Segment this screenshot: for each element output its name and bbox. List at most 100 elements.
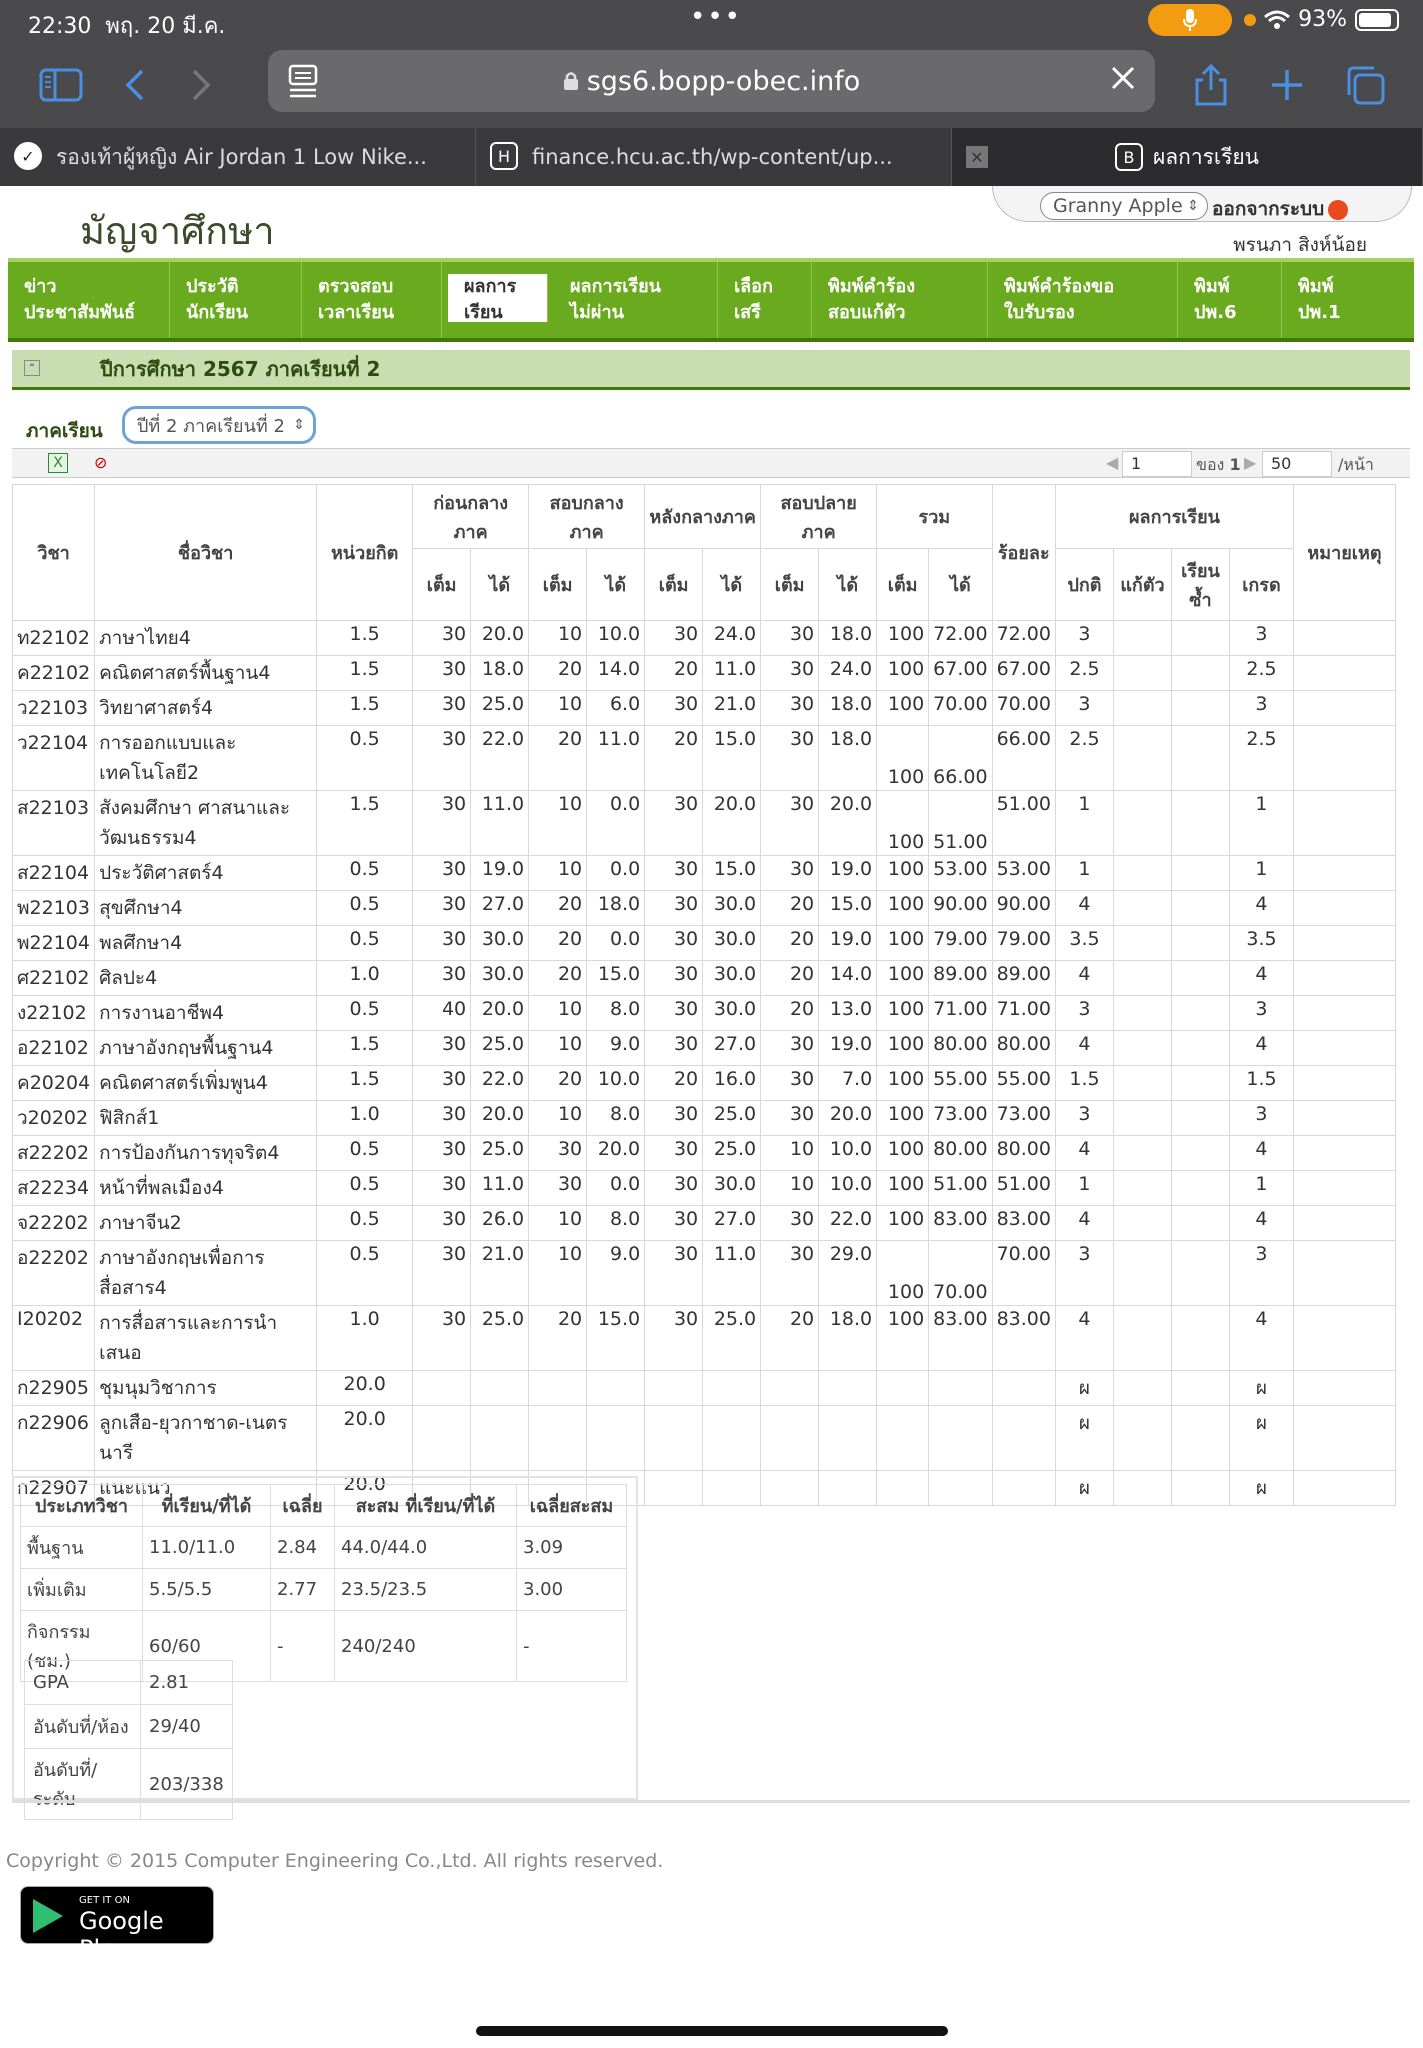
table-cell bbox=[1292, 655, 1396, 691]
back-icon[interactable] bbox=[110, 60, 160, 110]
table-cell: 0.0 bbox=[586, 1170, 646, 1206]
table-cell: 30 bbox=[644, 690, 704, 726]
sidebar-icon[interactable] bbox=[36, 60, 86, 110]
table-cell: พลศึกษา4 bbox=[94, 925, 318, 961]
nav-print-pp6[interactable]: พิมพ์ ปพ.6 bbox=[1178, 262, 1282, 338]
page-input[interactable]: 1 bbox=[1122, 451, 1192, 477]
table-cell: 20 bbox=[528, 925, 588, 961]
nav-news[interactable]: ข่าว ประชาสัมพันธ์ bbox=[8, 262, 170, 338]
table-cell: 30.0 bbox=[702, 995, 762, 1031]
nav-line: เวลาเรียน bbox=[318, 302, 395, 323]
collapse-icon[interactable]: ⌃ bbox=[24, 360, 40, 376]
table-cell bbox=[1170, 1170, 1230, 1206]
table-cell: 9.0 bbox=[586, 1030, 646, 1066]
per-page-input[interactable]: 50 bbox=[1262, 451, 1332, 477]
multitask-dots-icon[interactable]: ••• bbox=[690, 2, 742, 32]
table-cell: 1.0 bbox=[316, 1305, 414, 1371]
table-cell: 30 bbox=[412, 960, 472, 996]
time-text: 22:30 bbox=[28, 14, 92, 39]
logout-button[interactable]: ออกจากระบบ bbox=[1212, 194, 1349, 224]
table-cell: 1 bbox=[1054, 790, 1114, 856]
google-play-badge[interactable]: GET IT ON Google Play bbox=[20, 1886, 214, 1963]
next-page-icon[interactable]: ▶ bbox=[1244, 453, 1256, 472]
table-cell: 1 bbox=[1228, 855, 1294, 891]
table-cell: 25.0 bbox=[470, 1030, 530, 1066]
table-cell: 89.00 bbox=[991, 960, 1056, 996]
microphone-icon[interactable] bbox=[1148, 4, 1232, 36]
col-pre-mid: ก่อนกลางภาค bbox=[412, 484, 530, 549]
nav-elective[interactable]: เลือก เสรี bbox=[718, 262, 812, 338]
col-note[interactable]: หมายเหตุ bbox=[1292, 484, 1396, 621]
table-cell: 20 bbox=[760, 1305, 820, 1371]
forward-icon[interactable] bbox=[176, 60, 226, 110]
table-cell bbox=[702, 1370, 762, 1406]
nav-grades[interactable]: ผลการ เรียน bbox=[448, 274, 548, 322]
new-tab-icon[interactable] bbox=[1262, 60, 1312, 110]
table-cell bbox=[1112, 725, 1172, 791]
table-cell bbox=[1112, 655, 1172, 691]
user-select[interactable]: Granny Apple ⇕ bbox=[1040, 192, 1208, 220]
table-cell bbox=[1170, 1100, 1230, 1136]
table-cell: 1 bbox=[1054, 855, 1114, 891]
table-cell bbox=[991, 1405, 1056, 1471]
reader-icon[interactable] bbox=[288, 64, 318, 105]
excel-export-icon[interactable]: X bbox=[48, 453, 68, 473]
table-cell: 80.00 bbox=[928, 1030, 993, 1066]
nav-certificate-request[interactable]: พิมพ์คำร้องขอ ใบรับรอง bbox=[988, 262, 1178, 338]
table-cell: 51.00 bbox=[991, 1170, 1056, 1206]
table-cell: 18.0 bbox=[470, 655, 530, 691]
table-cell: 30.0 bbox=[702, 890, 762, 926]
tabs-overview-icon[interactable] bbox=[1340, 60, 1390, 110]
table-cell: 30 bbox=[760, 1065, 820, 1101]
tab-grades[interactable]: ✕ B ผลการเรียน bbox=[952, 128, 1423, 186]
nav-retest-request[interactable]: พิมพ์คำร้อง สอบแก้ตัว bbox=[812, 262, 988, 338]
table-cell: ก22905 bbox=[11, 1370, 96, 1406]
share-icon[interactable] bbox=[1186, 60, 1236, 110]
term-select[interactable]: ปีที่ 2 ภาคเรียนที่ 2 ⇕ bbox=[122, 406, 316, 444]
nav-attendance[interactable]: ตรวจสอบ เวลาเรียน bbox=[302, 262, 442, 338]
user-select-value: Granny Apple bbox=[1053, 195, 1183, 217]
tab-close-icon[interactable]: ✕ bbox=[966, 146, 988, 168]
table-cell: 30 bbox=[412, 1170, 472, 1206]
prev-page-icon[interactable]: ◀ bbox=[1106, 453, 1118, 472]
table-cell: 2.5 bbox=[1054, 655, 1114, 691]
col-got: ได้ bbox=[586, 548, 646, 621]
table-cell: 30 bbox=[644, 995, 704, 1031]
table-cell: 30 bbox=[412, 655, 472, 691]
table-cell bbox=[1292, 890, 1396, 926]
table-cell: 27.0 bbox=[702, 1205, 762, 1241]
col-percent[interactable]: ร้อยละ bbox=[991, 484, 1056, 621]
logout-label: ออกจากระบบ bbox=[1212, 198, 1325, 220]
col-name[interactable]: ชื่อวิชา bbox=[94, 484, 318, 621]
table-cell: 0.5 bbox=[316, 1170, 414, 1206]
divider bbox=[12, 1800, 1410, 1808]
table-cell: 0.5 bbox=[316, 995, 414, 1031]
nav-profile[interactable]: ประวัติ นักเรียน bbox=[170, 262, 302, 338]
address-bar[interactable]: sgs6.bopp-obec.info bbox=[268, 50, 1155, 112]
table-cell bbox=[1112, 925, 1172, 961]
table-cell: 18.0 bbox=[818, 725, 878, 791]
table-cell: อ22202 bbox=[11, 1240, 96, 1306]
nav-failed[interactable]: ผลการเรียน ไม่ผ่าน bbox=[554, 262, 718, 338]
tab-finance[interactable]: H finance.hcu.ac.th/wp-content/up... bbox=[476, 128, 952, 186]
home-indicator[interactable] bbox=[476, 2026, 948, 2036]
summary-col-credits: ที่เรียน/ที่ได้ bbox=[142, 1484, 271, 1527]
table-cell: 100 bbox=[876, 925, 930, 961]
clear-url-icon[interactable] bbox=[1109, 64, 1137, 99]
nav-line: พิมพ์ bbox=[1194, 276, 1230, 297]
col-code[interactable]: วิชา bbox=[11, 484, 96, 621]
clear-filter-icon[interactable]: ⊘ bbox=[94, 453, 118, 475]
table-cell: จ22202 bbox=[11, 1205, 96, 1241]
table-cell: 30.0 bbox=[470, 960, 530, 996]
table-cell: ศ22102 bbox=[11, 960, 96, 996]
tab-nike[interactable]: ✓ รองเท้าผู้หญิง Air Jordan 1 Low Nike..… bbox=[0, 128, 476, 186]
table-cell: 20 bbox=[644, 1065, 704, 1101]
table-cell: 21.0 bbox=[702, 690, 762, 726]
table-cell: 10 bbox=[760, 1170, 820, 1206]
table-cell bbox=[818, 1405, 878, 1471]
nav-line: พิมพ์คำร้องขอ bbox=[1004, 276, 1115, 297]
col-credit[interactable]: หน่วยกิต bbox=[316, 484, 414, 621]
battery-percent: 93% bbox=[1298, 7, 1347, 32]
nav-print-pp1[interactable]: พิมพ์ ปพ.1 bbox=[1282, 262, 1374, 338]
table-cell bbox=[470, 1370, 530, 1406]
